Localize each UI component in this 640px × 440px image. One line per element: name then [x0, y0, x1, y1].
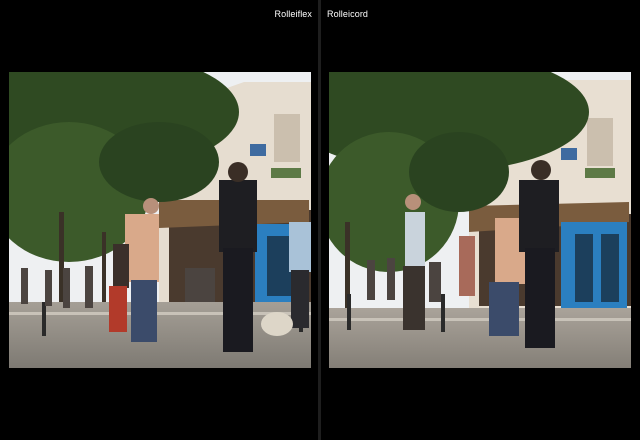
- photo-panel-rolleicord: Rolleicord: [321, 0, 640, 440]
- pedestrian-trousers: [525, 248, 555, 348]
- tree-foliage: [409, 132, 509, 212]
- street-photo-rolleiflex: [9, 72, 311, 368]
- crosswalk-line: [9, 312, 311, 315]
- window-planter: [271, 168, 301, 178]
- pedestrian-blue-shirt: [289, 222, 311, 272]
- camera-label-rolleiflex: Rolleiflex: [274, 9, 312, 19]
- tree-foliage: [99, 122, 219, 202]
- pedestrian-trousers: [403, 266, 425, 330]
- pavement: [9, 302, 311, 368]
- window-planter: [585, 168, 615, 178]
- pedestrian-trousers: [223, 248, 253, 352]
- street-sign: [561, 148, 577, 160]
- pedestrian-black-jacket: [219, 180, 257, 252]
- pedestrian-head: [228, 162, 248, 182]
- photo-panel-rolleiflex: Rolleiflex: [0, 0, 318, 440]
- pedestrian-dark-jacket: [113, 244, 129, 288]
- building-window: [587, 118, 613, 166]
- pavement: [329, 308, 631, 368]
- street-scene-image: [329, 72, 631, 368]
- pedestrian-black-jacket: [519, 180, 559, 252]
- pedestrian-jeans: [489, 282, 519, 336]
- pedestrian-jeans: [131, 280, 157, 342]
- building-window: [274, 114, 300, 162]
- camera-label-rolleicord: Rolleicord: [327, 9, 369, 19]
- crosswalk-line: [329, 318, 631, 321]
- door-glass: [575, 234, 593, 302]
- pedestrian-trousers: [291, 270, 309, 328]
- street-photo-rolleicord: [329, 72, 631, 368]
- pedestrian-head: [143, 198, 159, 214]
- tree-trunk: [102, 232, 106, 302]
- door-glass: [267, 236, 291, 296]
- bollard: [441, 294, 445, 332]
- dog: [261, 312, 293, 336]
- pedestrian-head: [531, 160, 551, 180]
- bollard: [347, 294, 351, 330]
- pedestrian-white-shirt: [405, 212, 425, 268]
- pedestrian-head: [405, 194, 421, 210]
- pedestrian-red-trousers: [109, 286, 127, 332]
- bollard: [42, 302, 46, 336]
- pedestrian-pink-top: [459, 236, 475, 296]
- door-glass: [601, 234, 619, 302]
- street-scene-image: [9, 72, 311, 368]
- pedestrian-pink-jacket: [125, 214, 159, 282]
- street-sign: [250, 144, 266, 156]
